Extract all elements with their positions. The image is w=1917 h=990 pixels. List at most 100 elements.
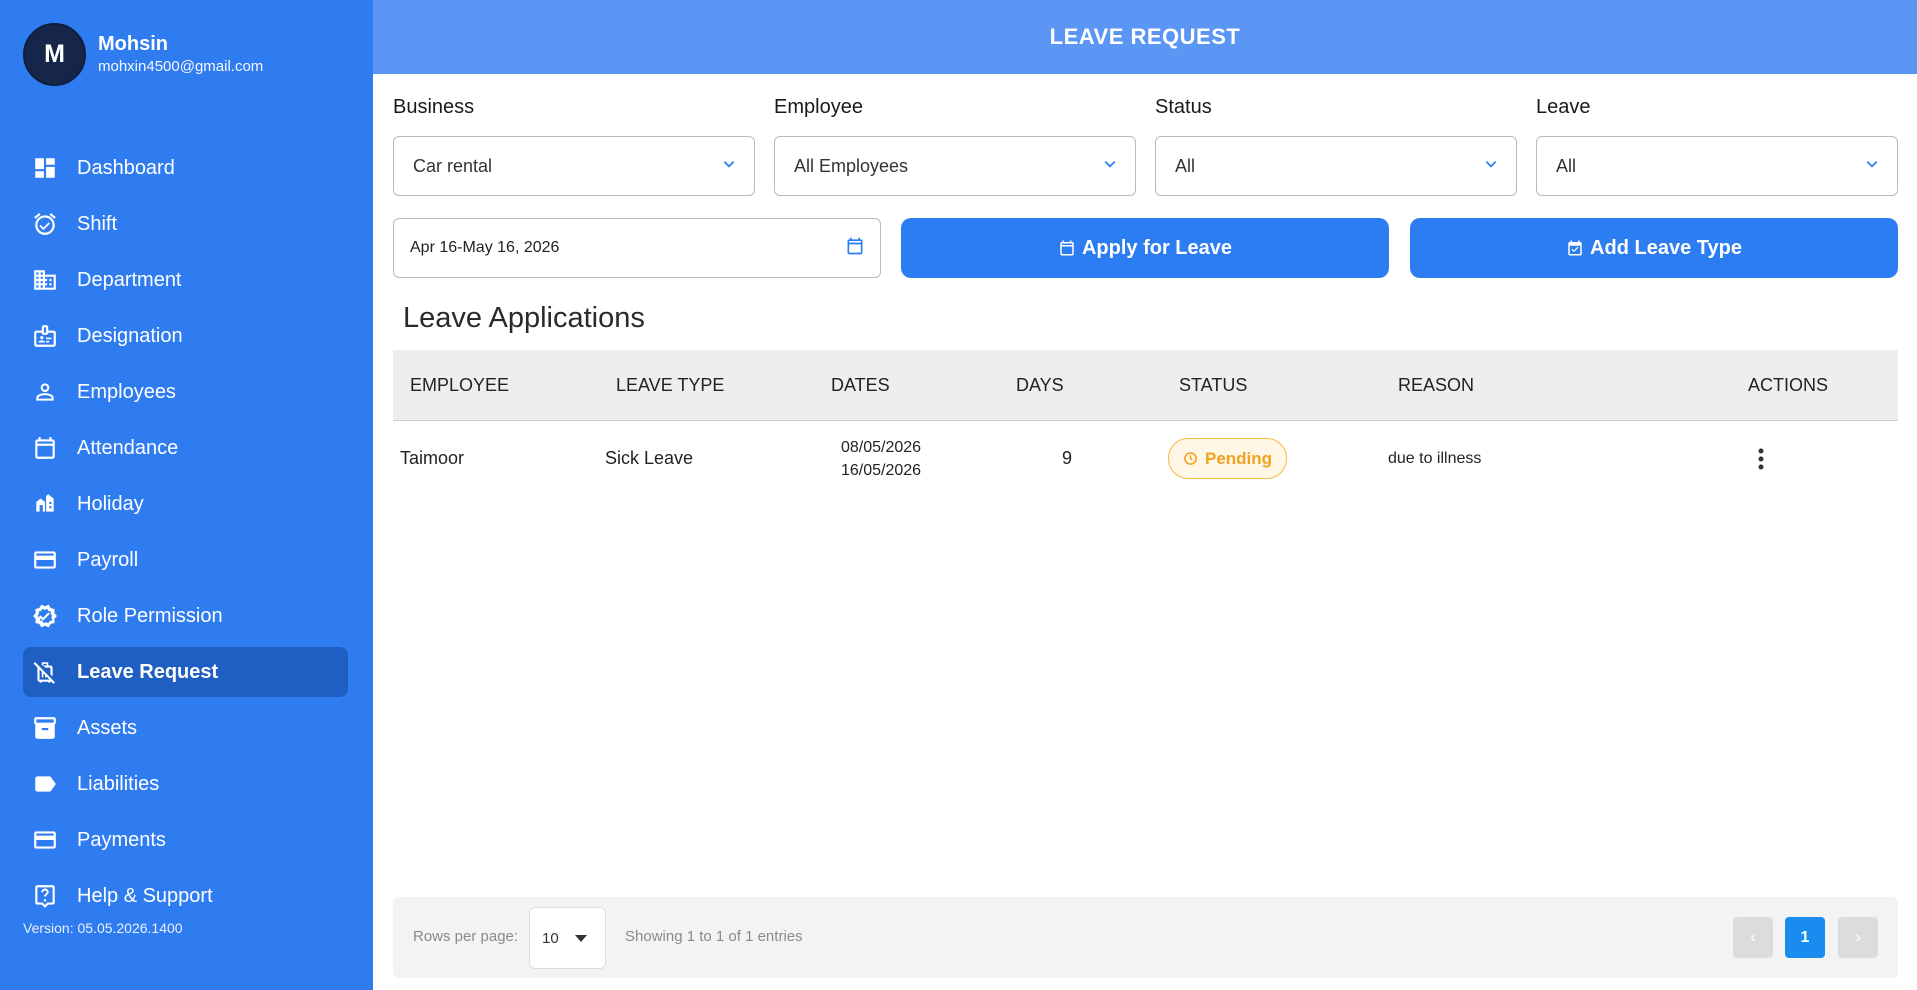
chevron-left-icon: ‹	[1750, 928, 1756, 946]
rows-per-page-value: 10	[542, 929, 559, 947]
question-box-icon	[31, 882, 59, 910]
calendar-icon[interactable]	[845, 236, 865, 261]
sidebar-item-label: Dashboard	[77, 156, 175, 179]
credit-card-icon	[31, 546, 59, 574]
archive-box-icon	[31, 714, 59, 742]
user-name: Mohsin	[98, 32, 168, 55]
cell-status: Pending	[1168, 421, 1288, 496]
pagination-bar: Rows per page: 10 Showing 1 to 1 of 1 en…	[393, 897, 1898, 978]
page-header: LEAVE REQUEST	[373, 0, 1917, 74]
business-select[interactable]: Car rental	[393, 136, 755, 196]
next-page-button[interactable]: ›	[1838, 917, 1878, 958]
leave-select-value: All	[1556, 155, 1577, 176]
sidebar-item-assets[interactable]: Assets	[23, 703, 348, 753]
apply-for-leave-label: Apply for Leave	[1081, 236, 1233, 259]
sidebar-item-attendance[interactable]: Attendance	[23, 423, 348, 473]
cell-dates: 08/05/2026 16/05/2026	[821, 421, 941, 496]
more-options-icon[interactable]	[1747, 439, 1775, 479]
user-email: mohxin4500@gmail.com	[98, 57, 264, 75]
credit-card-icon	[31, 826, 59, 854]
sidebar-item-label: Role Permission	[77, 604, 223, 627]
building-icon	[31, 266, 59, 294]
column-header-actions: ACTIONS	[1748, 374, 1829, 395]
sidebar-item-role-permission[interactable]: Role Permission	[23, 591, 348, 641]
person-icon	[31, 378, 59, 406]
chevron-right-icon: ›	[1855, 928, 1861, 946]
chevron-down-icon	[1484, 157, 1498, 176]
sidebar-item-help-support[interactable]: Help & Support	[23, 871, 348, 921]
sidebar: M Mohsin mohxin4500@gmail.com Dashboard …	[0, 0, 373, 990]
page-title: LEAVE REQUEST	[1049, 24, 1241, 49]
sidebar-item-label: Designation	[77, 324, 183, 347]
sidebar-item-designation[interactable]: Designation	[23, 311, 348, 361]
sidebar-item-employees[interactable]: Employees	[23, 367, 348, 417]
sidebar-item-payments[interactable]: Payments	[23, 815, 348, 865]
apply-for-leave-button[interactable]: Apply for Leave	[901, 218, 1389, 278]
section-title: Leave Applications	[403, 302, 645, 334]
clock-icon	[1184, 452, 1197, 465]
status-filter-label: Status	[1155, 96, 1212, 118]
sidebar-item-holiday[interactable]: Holiday	[23, 479, 348, 529]
add-leave-type-button[interactable]: Add Leave Type	[1410, 218, 1898, 278]
calendar-icon	[31, 434, 59, 462]
sidebar-item-label: Department	[77, 268, 182, 291]
leave-filter: Leave All	[1536, 96, 1898, 196]
dashboard-icon	[31, 154, 59, 182]
sidebar-item-label: Shift	[77, 212, 118, 235]
calendar-icon	[1060, 240, 1074, 256]
status-select[interactable]: All	[1155, 136, 1517, 196]
sidebar-item-liabilities[interactable]: Liabilities	[23, 759, 348, 809]
employee-filter-label: Employee	[774, 96, 863, 118]
sidebar-item-label: Leave Request	[77, 660, 219, 683]
table-header: EMPLOYEE LEAVE TYPE DATES DAYS STATUS RE…	[393, 350, 1898, 421]
date-to: 16/05/2026	[840, 461, 922, 479]
cell-days: 9	[1062, 448, 1073, 468]
sidebar-item-department[interactable]: Department	[23, 255, 348, 305]
status-filter: Status All	[1155, 96, 1517, 196]
cell-leave-type: Sick Leave	[605, 448, 694, 468]
luggage-off-icon	[31, 658, 59, 686]
chevron-down-icon	[1865, 157, 1879, 176]
employee-select[interactable]: All Employees	[774, 136, 1136, 196]
sidebar-item-label: Liabilities	[77, 772, 160, 795]
column-header-employee[interactable]: EMPLOYEE	[410, 375, 509, 396]
cell-employee: Taimoor	[400, 448, 465, 468]
avatar[interactable]: M	[23, 23, 86, 86]
employee-filter: Employee All Employees	[774, 96, 1136, 196]
sidebar-item-payroll[interactable]: Payroll	[23, 535, 348, 585]
table-row[interactable]: Taimoor Sick Leave 08/05/2026 16/05/2026…	[393, 421, 1898, 496]
tag-label-icon	[31, 770, 59, 798]
leave-select[interactable]: All	[1536, 136, 1898, 196]
column-header-reason[interactable]: REASON	[1398, 375, 1474, 396]
date-range-value: Apr 16-May 16, 2026	[410, 239, 560, 256]
date-range-picker[interactable]: Apr 16-May 16, 2026	[393, 218, 881, 278]
page-button[interactable]: 1	[1785, 917, 1825, 958]
column-header-leave-type[interactable]: LEAVE TYPE	[616, 375, 724, 396]
holiday-building-icon	[31, 490, 59, 518]
previous-page-button[interactable]: ‹	[1733, 917, 1773, 958]
user-profile[interactable]: M Mohsin mohxin4500@gmail.com	[23, 23, 263, 86]
sidebar-item-label: Payments	[77, 828, 166, 851]
rows-per-page-select[interactable]: 10	[529, 907, 606, 969]
id-badge-icon	[31, 322, 59, 350]
sidebar-item-shift[interactable]: Shift	[23, 199, 348, 249]
app-version: Version: 05.05.2026.1400	[23, 920, 183, 936]
column-header-days[interactable]: DAYS	[1016, 375, 1064, 396]
sidebar-item-label: Payroll	[77, 548, 139, 571]
sidebar-nav: Dashboard Shift Department Designation E…	[23, 143, 348, 927]
sidebar-item-dashboard[interactable]: Dashboard	[23, 143, 348, 193]
column-header-dates[interactable]: DATES	[831, 375, 890, 396]
sidebar-item-leave-request[interactable]: Leave Request	[23, 647, 348, 697]
sidebar-item-label: Assets	[77, 716, 138, 739]
rows-per-page-label: Rows per page:	[413, 928, 519, 945]
business-select-value: Car rental	[413, 155, 493, 176]
employee-select-value: All Employees	[794, 155, 909, 176]
leave-filter-label: Leave	[1536, 96, 1591, 118]
alarm-clock-icon	[31, 210, 59, 238]
column-header-status[interactable]: STATUS	[1179, 375, 1247, 396]
sidebar-item-label: Holiday	[77, 492, 144, 515]
caret-down-icon	[575, 935, 587, 942]
cell-actions	[1747, 421, 1775, 496]
business-filter-label: Business	[393, 96, 475, 118]
chevron-down-icon	[722, 157, 736, 176]
